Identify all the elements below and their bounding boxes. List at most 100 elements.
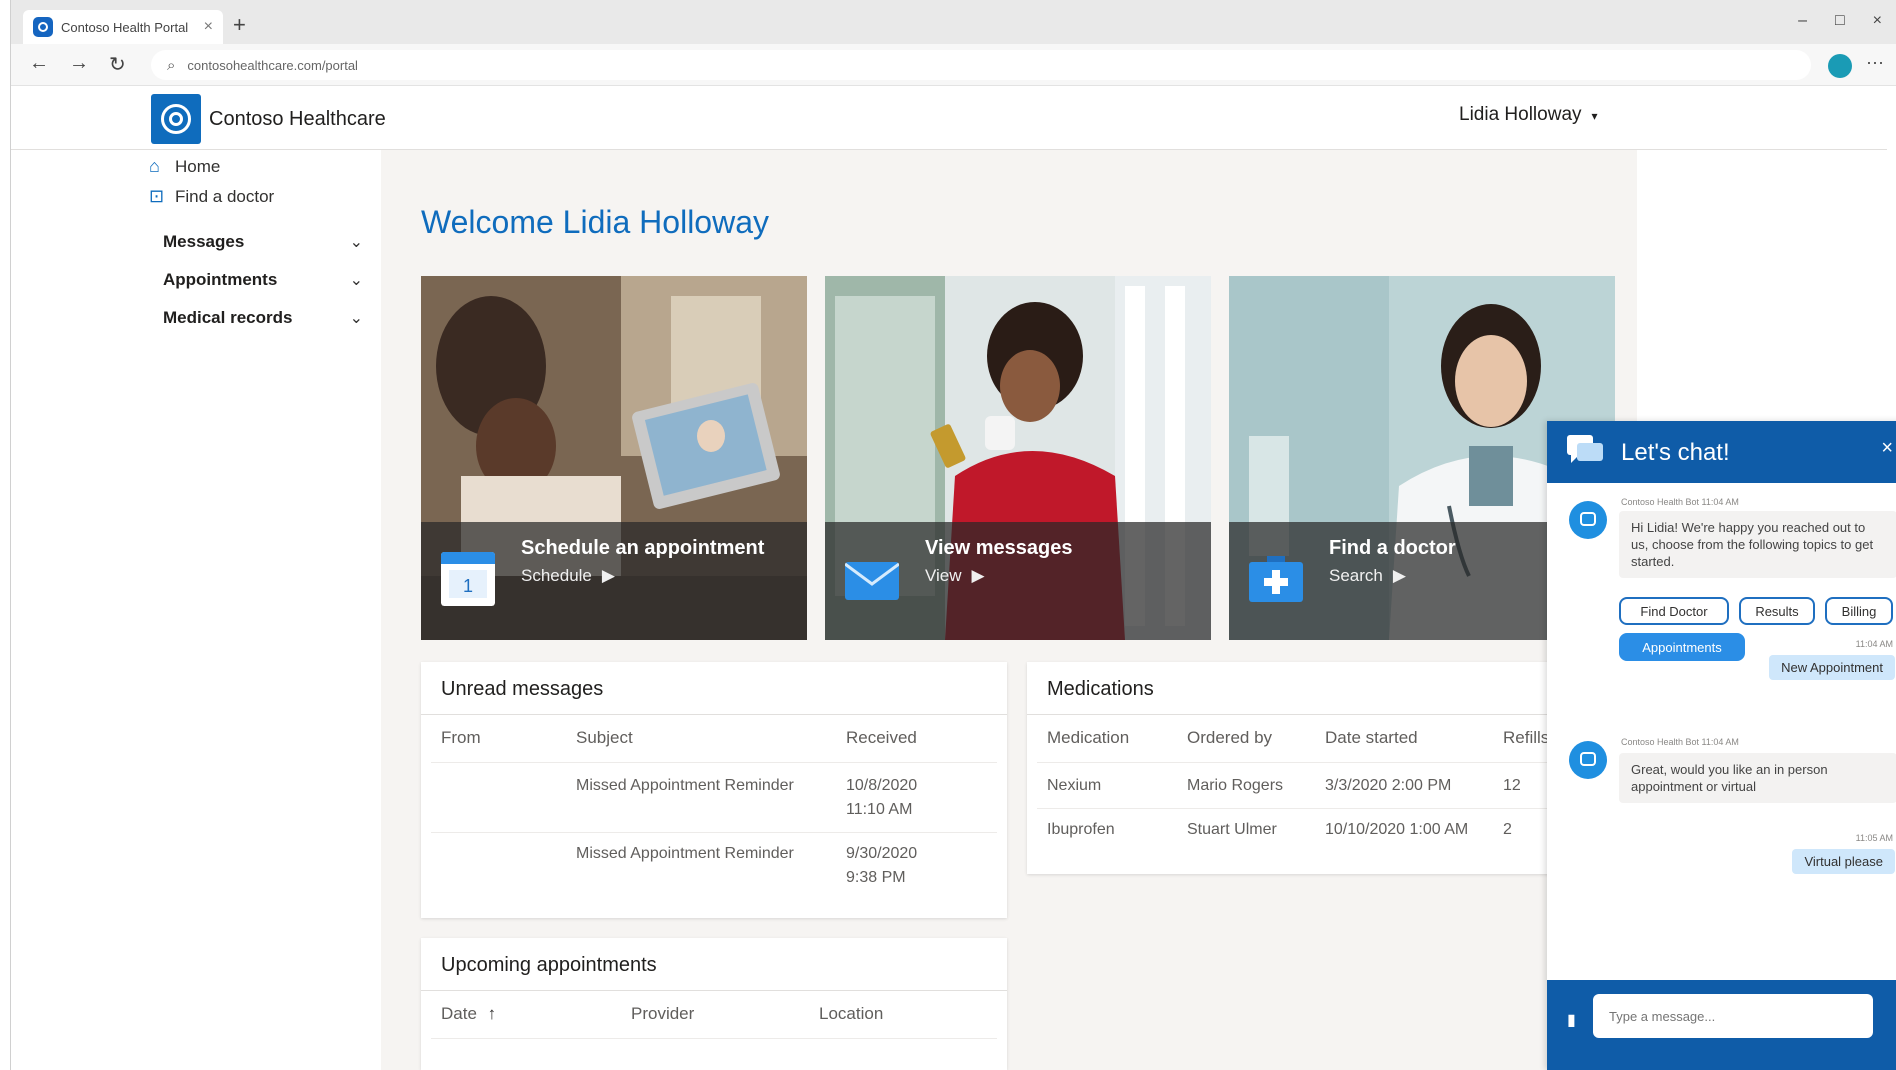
- user-menu[interactable]: Lidia Holloway ▾: [1459, 104, 1598, 126]
- card-action-label: Search: [1329, 566, 1383, 585]
- cell-received-date: 10/8/2020: [846, 777, 918, 794]
- user-message: New Appointment: [1769, 655, 1895, 680]
- main-content: Welcome Lidia Holloway 1 Schedule an app…: [381, 150, 1637, 1070]
- calendar-icon: 1: [441, 552, 495, 606]
- card-action-search[interactable]: Search ▶: [1329, 566, 1406, 586]
- sidebar-item-label: Home: [175, 156, 221, 176]
- column-header-refills[interactable]: Refills: [1503, 728, 1549, 748]
- chip-appointments[interactable]: Appointments: [1619, 633, 1745, 661]
- cell-refills: 12: [1503, 777, 1521, 794]
- cell-date-started: 3/3/2020 2:00 PM: [1325, 777, 1452, 794]
- cell-ordered-by: Mario Rogers: [1187, 777, 1284, 794]
- logo-icon[interactable]: [151, 94, 201, 144]
- user-message-time: 11:05 AM: [1855, 833, 1893, 843]
- url-field[interactable]: ⌕ contosohealthcare.com/portal: [151, 50, 1811, 80]
- column-header-ordered-by[interactable]: Ordered by: [1187, 728, 1272, 748]
- app-header: Contoso Healthcare Lidia Holloway ▾: [11, 86, 1887, 150]
- close-icon[interactable]: ×: [1881, 437, 1893, 460]
- user-name: Lidia Holloway: [1459, 104, 1582, 125]
- sidebar-item-label: Find a doctor: [175, 186, 275, 206]
- back-icon[interactable]: ←: [29, 52, 49, 77]
- envelope-icon: [845, 562, 899, 600]
- attachment-icon[interactable]: ▮: [1567, 1010, 1576, 1030]
- forward-icon[interactable]: →: [69, 52, 89, 77]
- chat-bubble-icon: [1567, 435, 1603, 463]
- column-header-location[interactable]: Location: [819, 1004, 883, 1024]
- column-header-from[interactable]: From: [441, 728, 481, 748]
- sidebar-group-messages[interactable]: Messages ⌄: [163, 232, 363, 252]
- chat-footer: ▮: [1547, 980, 1896, 1070]
- divider: [1037, 808, 1577, 809]
- sidebar-group-label: Appointments: [163, 270, 278, 289]
- divider: [1037, 762, 1577, 763]
- cell-refills: 2: [1503, 821, 1512, 838]
- chat-panel: Let's chat! × Contoso Health Bot 11:04 A…: [1547, 421, 1896, 1070]
- card-title: Schedule an appointment: [521, 537, 765, 559]
- column-header-medication[interactable]: Medication: [1047, 728, 1129, 748]
- more-icon[interactable]: ···: [1866, 52, 1884, 73]
- card-view-messages[interactable]: View messages View ▶: [825, 276, 1211, 640]
- bot-meta: Contoso Health Bot 11:04 AM: [1621, 497, 1739, 507]
- card-action-label: View: [925, 566, 962, 585]
- medications-panel: Medications Medication Ordered by Date s…: [1027, 662, 1587, 874]
- bot-avatar: [1569, 501, 1607, 539]
- chat-title: Let's chat!: [1621, 439, 1730, 466]
- sidebar-item-find-doctor[interactable]: ⊡ Find a doctor: [149, 186, 274, 207]
- refresh-icon[interactable]: ↻: [109, 52, 126, 77]
- column-header-label: Date: [441, 1004, 477, 1023]
- column-header-subject[interactable]: Subject: [576, 728, 633, 748]
- tab-close-icon[interactable]: ×: [204, 18, 213, 36]
- favicon-icon: [33, 17, 53, 37]
- caret-down-icon: ▾: [1591, 109, 1598, 123]
- unread-messages-panel: Unread messages From Subject Received Mi…: [421, 662, 1007, 918]
- cell-subject: Missed Appointment Reminder: [576, 845, 794, 862]
- sidebar-item-home[interactable]: ⌂ Home: [149, 156, 220, 177]
- divider: [421, 990, 1007, 991]
- card-action-view[interactable]: View ▶: [925, 566, 985, 586]
- sidebar-group-appointments[interactable]: Appointments ⌄: [163, 270, 363, 290]
- column-header-date-started[interactable]: Date started: [1325, 728, 1418, 748]
- play-arrow-icon: ▶: [1392, 566, 1406, 585]
- card-title: View messages: [925, 537, 1073, 559]
- chip-find-doctor[interactable]: Find Doctor: [1619, 597, 1729, 625]
- panel-title: Unread messages: [441, 678, 604, 700]
- address-bar: ← → ↻ ⌕ contosohealthcare.com/portal ···: [11, 44, 1896, 86]
- divider: [431, 762, 997, 763]
- card-title: Find a doctor: [1329, 537, 1456, 559]
- minimize-icon[interactable]: –: [1798, 12, 1807, 30]
- panel-title: Medications: [1047, 678, 1154, 700]
- browser-tab[interactable]: Contoso Health Portal ×: [23, 10, 223, 44]
- chat-message-input[interactable]: [1593, 994, 1873, 1038]
- profile-icon[interactable]: [1828, 54, 1852, 78]
- upcoming-appointments-panel: Upcoming appointments Date ↑ Provider Lo…: [421, 938, 1007, 1070]
- sidebar: ⌂ Home ⊡ Find a doctor Messages ⌄ Appoin…: [11, 150, 381, 1070]
- card-schedule-appointment[interactable]: 1 Schedule an appointment Schedule ▶: [421, 276, 807, 640]
- chip-results[interactable]: Results: [1739, 597, 1815, 625]
- cell-received-time: 9:38 PM: [846, 869, 906, 886]
- column-header-date[interactable]: Date ↑: [441, 1004, 496, 1024]
- cell-received-date: 9/30/2020: [846, 845, 918, 862]
- cell-date-started: 10/10/2020 1:00 AM: [1325, 821, 1469, 838]
- tab-title: Contoso Health Portal: [61, 19, 189, 35]
- nav-buttons: ← → ↻: [29, 52, 126, 77]
- bot-message: Hi Lidia! We're happy you reached out to…: [1619, 511, 1896, 578]
- card-action-schedule[interactable]: Schedule ▶: [521, 566, 615, 586]
- cell-medication: Nexium: [1047, 777, 1102, 794]
- maximize-icon[interactable]: □: [1835, 12, 1845, 30]
- svg-text:1: 1: [463, 576, 473, 596]
- brand-name[interactable]: Contoso Healthcare: [209, 108, 386, 131]
- divider: [421, 714, 1007, 715]
- new-tab-icon[interactable]: +: [233, 12, 246, 38]
- chevron-down-icon: ⌄: [349, 234, 363, 251]
- chip-billing[interactable]: Billing: [1825, 597, 1893, 625]
- page-title: Welcome Lidia Holloway: [421, 204, 769, 240]
- bot-message: Great, would you like an in person appoi…: [1619, 753, 1896, 803]
- close-window-icon[interactable]: ×: [1873, 12, 1882, 30]
- column-header-received[interactable]: Received: [846, 728, 917, 748]
- user-message: Virtual please: [1792, 849, 1895, 874]
- sidebar-group-medical-records[interactable]: Medical records ⌄: [163, 308, 363, 328]
- doctor-icon: ⊡: [149, 186, 165, 206]
- medical-kit-icon: [1249, 556, 1303, 602]
- column-header-provider[interactable]: Provider: [631, 1004, 694, 1024]
- chat-header: Let's chat! ×: [1547, 421, 1896, 483]
